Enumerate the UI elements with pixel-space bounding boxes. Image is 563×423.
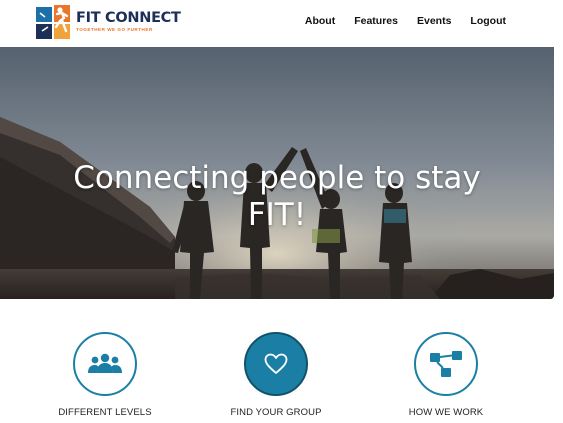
feature-circle[interactable] — [244, 332, 308, 396]
hero-banner: Connecting people to stay FIT! — [0, 47, 554, 299]
logo-mark-icon — [36, 5, 72, 39]
workflow-icon — [430, 351, 462, 377]
nav-about-link[interactable]: About — [305, 15, 335, 27]
header: FIT CONNECT TOGETHER WE GO FURTHER About… — [0, 0, 563, 47]
heart-icon — [264, 353, 288, 374]
features-section: DIFFERENT LEVELS FIND YOUR GROUP HOW WE … — [0, 332, 563, 423]
brand-tagline: TOGETHER WE GO FURTHER — [76, 26, 153, 32]
feature-how-we-work[interactable]: HOW WE WORK — [361, 332, 531, 418]
nav-logout-link[interactable]: Logout — [470, 15, 506, 27]
feature-circle[interactable] — [73, 332, 137, 396]
feature-label: FIND YOUR GROUP — [230, 407, 322, 418]
nav-features-link[interactable]: Features — [354, 15, 398, 27]
feature-find-your-group[interactable]: FIND YOUR GROUP — [191, 332, 361, 418]
brand-name: FIT CONNECT — [76, 10, 181, 27]
nav-events-link[interactable]: Events — [417, 15, 451, 27]
feature-label: HOW WE WORK — [408, 407, 484, 418]
group-icon — [88, 353, 122, 373]
feature-different-levels[interactable]: DIFFERENT LEVELS — [20, 332, 190, 418]
main-nav: About Features Events Logout — [305, 15, 506, 27]
hero-title: Connecting people to stay FIT! — [73, 160, 481, 233]
feature-circle[interactable] — [414, 332, 478, 396]
logo[interactable]: FIT CONNECT TOGETHER WE GO FURTHER — [36, 5, 181, 39]
feature-label: DIFFERENT LEVELS — [58, 407, 152, 418]
